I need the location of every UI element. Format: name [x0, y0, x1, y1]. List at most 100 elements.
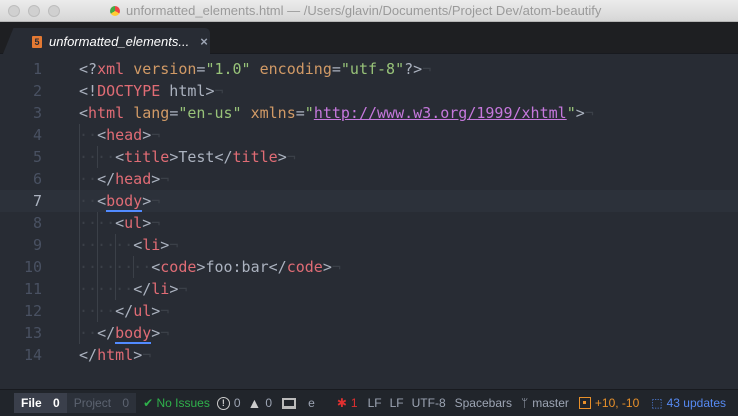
- line-number: 13: [23, 324, 42, 342]
- code-line[interactable]: 12 ····</ul>¬: [0, 300, 738, 322]
- code-editor[interactable]: 1 <?xml version="1.0" encoding="utf-8"?>¬…: [0, 55, 738, 389]
- indent-guide: [79, 212, 80, 234]
- errors-status[interactable]: ! 0: [216, 396, 241, 410]
- code-token: "1.0": [205, 60, 251, 78]
- linter-file-tab[interactable]: File 0: [14, 393, 67, 413]
- indent-guide: [79, 124, 80, 146]
- terminal-icon[interactable]: [282, 397, 297, 409]
- url-link[interactable]: http://www.w3.org/1999/xhtml: [314, 104, 567, 122]
- indent-guide: [115, 234, 117, 256]
- tab-unformatted-elements[interactable]: 5 unformatted_elements... ×: [14, 28, 210, 55]
- code-token: title: [232, 148, 278, 166]
- code-token: "utf-8": [340, 60, 405, 78]
- close-window-button[interactable]: [8, 5, 20, 17]
- warning-count: 0: [265, 396, 273, 410]
- code-token: <: [115, 214, 125, 232]
- code-line[interactable]: 5 ····<title>Test</title>¬: [0, 146, 738, 168]
- line-code: ····</ul>¬: [79, 300, 169, 322]
- bug-count: 1: [350, 396, 358, 410]
- package-icon: ⬚: [651, 396, 663, 410]
- zoom-window-button[interactable]: [48, 5, 60, 17]
- line-code: <html lang="en-us" xmlns="http://www.w3.…: [79, 102, 594, 124]
- indent-whitespace: ··: [79, 126, 98, 144]
- line-code: <!DOCTYPE html>¬: [79, 80, 224, 102]
- line-code: ····<ul>¬: [79, 212, 160, 234]
- eol-marker: ¬: [142, 346, 152, 364]
- code-line[interactable]: 13 ··</body>¬: [0, 322, 738, 344]
- code-token: DOCTYPE: [97, 82, 161, 100]
- code-token: foo:bar: [205, 258, 269, 276]
- eol-marker: ¬: [422, 60, 432, 78]
- code-token: >: [133, 346, 143, 364]
- git-diff-status[interactable]: +10, -10: [578, 396, 640, 410]
- code-token: >: [142, 214, 152, 232]
- indentation-selector[interactable]: Spacebars: [455, 396, 512, 410]
- document-icon: [110, 5, 120, 16]
- file-label: File: [21, 396, 42, 410]
- code-line[interactable]: 2 <!DOCTYPE html>¬: [0, 80, 738, 102]
- line-code: ········<code>foo:bar</code>¬: [79, 256, 341, 278]
- line-number: 7: [32, 192, 42, 210]
- line-code: ······</li>¬: [79, 278, 187, 300]
- code-token: </: [214, 148, 233, 166]
- indent-guide: [79, 190, 80, 212]
- linter-project-tab[interactable]: Project 0: [66, 393, 137, 413]
- bug-icon: ✱: [336, 396, 347, 410]
- git-branch[interactable]: ᛘ master: [521, 396, 569, 410]
- code-line[interactable]: 11 ······</li>¬: [0, 278, 738, 300]
- code-token: <: [97, 126, 107, 144]
- code-token: lang: [133, 104, 170, 122]
- line-code: ······<li>¬: [79, 234, 178, 256]
- indent-guide: [97, 146, 99, 168]
- code-token: ": [566, 104, 576, 122]
- code-line[interactable]: 10 ········<code>foo:bar</code>¬: [0, 256, 738, 278]
- tab-close-icon[interactable]: ×: [200, 34, 208, 49]
- code-line[interactable]: 8 ····<ul>¬: [0, 212, 738, 234]
- package-updates[interactable]: ⬚ 43 updates: [651, 396, 726, 410]
- line-code: <?xml version="1.0" encoding="utf-8"?>¬: [79, 58, 431, 80]
- line-number: 6: [32, 170, 42, 188]
- code-token: </: [97, 170, 116, 188]
- code-token: </: [133, 280, 152, 298]
- code-line[interactable]: 1 <?xml version="1.0" encoding="utf-8"?>¬: [0, 58, 738, 80]
- eol-marker: ¬: [151, 192, 161, 210]
- terminal-label[interactable]: e: [308, 396, 315, 410]
- code-token: version: [133, 60, 197, 78]
- minimize-window-button[interactable]: [28, 5, 40, 17]
- code-token: =: [295, 104, 305, 122]
- code-token: <: [151, 258, 161, 276]
- html5-icon: 5: [32, 35, 42, 48]
- no-issues-status[interactable]: ✔ No Issues: [143, 396, 210, 410]
- bug-status[interactable]: ✱ 1: [337, 396, 358, 410]
- code-line[interactable]: 3 <html lang="en-us" xmlns="http://www.w3…: [0, 102, 738, 124]
- diff-count: +10, -10: [594, 396, 640, 410]
- window-title: unformatted_elements.html — /Users/glavi…: [126, 3, 602, 18]
- code-line[interactable]: 4 ··<head>¬: [0, 124, 738, 146]
- line-ending-2[interactable]: LF: [390, 396, 404, 410]
- code-token: html: [88, 104, 125, 122]
- code-token: "en-us": [178, 104, 242, 122]
- indent-whitespace: ··: [79, 192, 98, 210]
- code-token: ul: [124, 214, 143, 232]
- code-line[interactable]: 6 ··</head>¬: [0, 168, 738, 190]
- code-token: html: [160, 82, 206, 100]
- code-line[interactable]: 7 ··<body>¬: [0, 190, 738, 212]
- line-ending-1[interactable]: LF: [368, 396, 382, 410]
- eol-marker: ¬: [160, 302, 170, 320]
- indent-guide: [79, 300, 80, 322]
- code-token: xmlns: [250, 104, 296, 122]
- eol-marker: ¬: [169, 236, 179, 254]
- indent-guide: [97, 256, 99, 278]
- indent-guide: [115, 256, 117, 278]
- indent-guide: [79, 234, 80, 256]
- code-line[interactable]: 9 ······<li>¬: [0, 234, 738, 256]
- code-line[interactable]: 14 </html>¬: [0, 344, 738, 366]
- code-token: >: [169, 148, 179, 166]
- tab-bar: 5 unformatted_elements... ×: [0, 22, 738, 55]
- encoding-selector[interactable]: UTF-8: [412, 396, 446, 410]
- warnings-status[interactable]: ▲ 0: [248, 395, 273, 411]
- code-token: <?: [79, 60, 98, 78]
- code-token: </: [268, 258, 287, 276]
